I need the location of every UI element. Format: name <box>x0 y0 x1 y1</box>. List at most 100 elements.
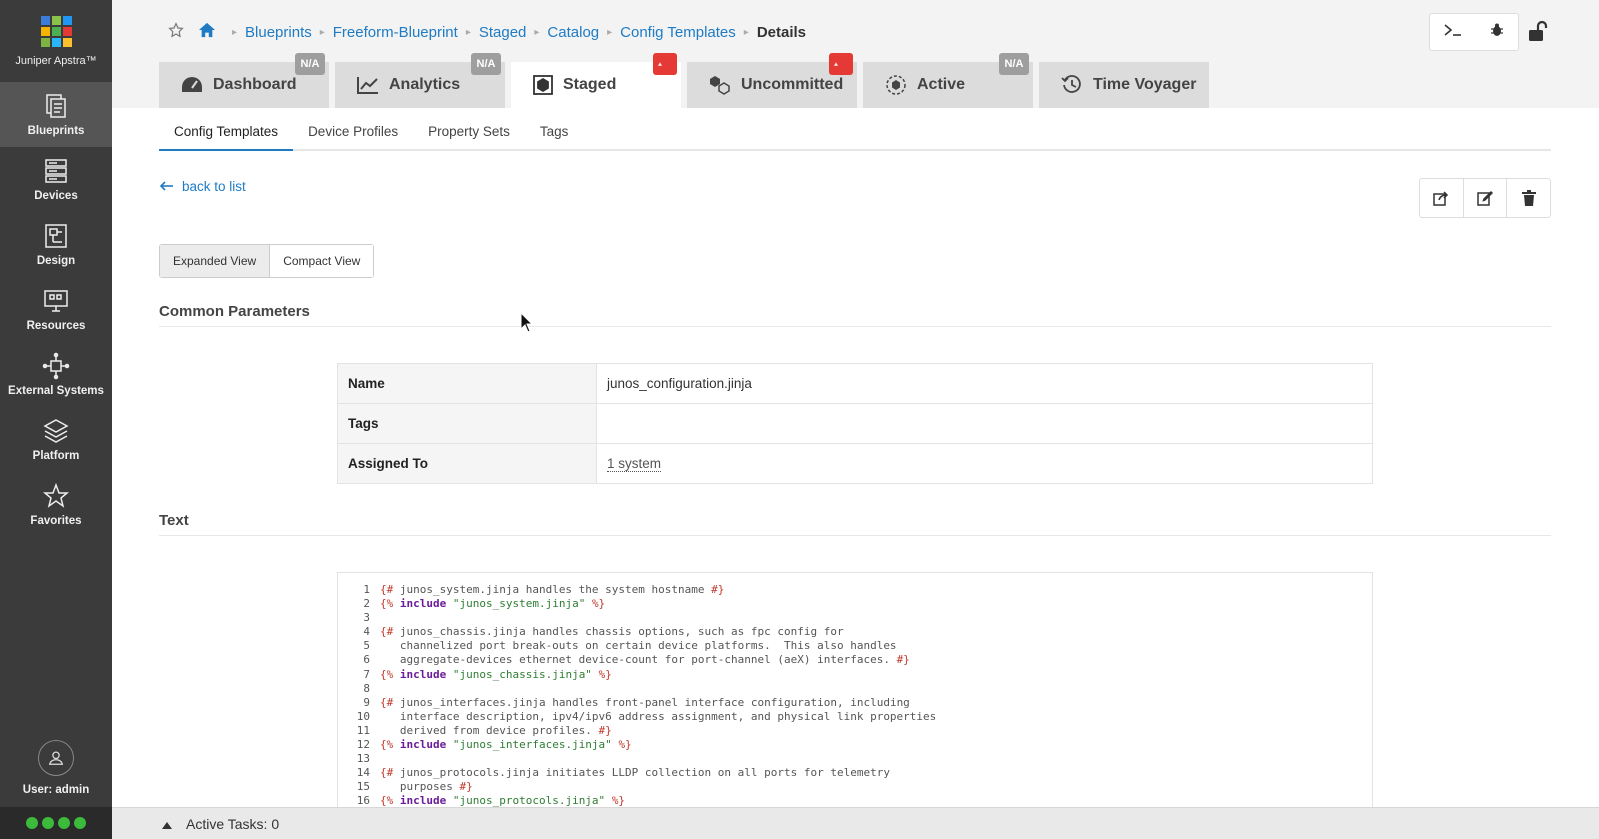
subtab-property-sets[interactable]: Property Sets <box>413 118 525 151</box>
line-number: 7 <box>363 667 370 681</box>
subtab-tags[interactable]: Tags <box>525 118 584 151</box>
lock-open-icon[interactable] <box>1527 20 1549 47</box>
tab-dashboard[interactable]: Dashboard N/A <box>159 53 329 108</box>
code-token: "junos_protocols.jinja" <box>452 794 606 808</box>
history-icon <box>1061 75 1081 93</box>
code-token: include <box>399 794 447 808</box>
code-token: include <box>399 597 447 611</box>
sidebar-item-blueprints[interactable]: Blueprints <box>0 82 112 147</box>
chevron-right-icon: ▸ <box>534 26 540 38</box>
breadcrumb-staged[interactable]: Staged <box>479 24 527 41</box>
staged-box-icon <box>533 75 553 95</box>
star-icon <box>42 482 70 508</box>
tab-staged[interactable]: Staged <box>511 53 681 108</box>
line-number: 11 <box>356 723 370 737</box>
edit-button[interactable] <box>1464 179 1508 217</box>
code-token: junos_protocols.jinja initiates LLDP col… <box>393 766 890 780</box>
code-token: junos_chassis.jinja handles chassis opti… <box>393 625 844 639</box>
code-token: {% <box>380 667 394 681</box>
trash-icon <box>1521 190 1536 206</box>
param-key-name: Name <box>337 363 597 404</box>
template-code-viewer[interactable]: 1 {# junos_system.jinja handles the syste… <box>337 572 1373 812</box>
subtab-device-profiles[interactable]: Device Profiles <box>293 118 413 151</box>
assigned-systems-link[interactable]: 1 system <box>607 456 662 472</box>
code-token: {% <box>380 597 394 611</box>
line-chart-icon <box>357 77 378 94</box>
code-token: include <box>399 738 447 752</box>
breadcrumb-blueprints[interactable]: Blueprints <box>245 24 312 41</box>
parameters-table: Name junos_configuration.jinja Tags Assi… <box>337 363 1373 484</box>
code-token: #} <box>896 653 910 667</box>
tab-analytics[interactable]: Analytics N/A <box>335 53 505 108</box>
sidebar-item-label: Favorites <box>30 515 82 527</box>
code-token: {% <box>380 738 394 752</box>
gauge-icon <box>182 77 202 92</box>
status-indicator[interactable] <box>0 807 112 839</box>
breadcrumb-blueprint[interactable]: Freeform-Blueprint <box>333 24 458 41</box>
favorite-star-icon[interactable] <box>168 22 184 42</box>
caret-up-icon <box>162 816 172 832</box>
tab-label: Active <box>917 76 966 93</box>
subtab-config-templates[interactable]: Config Templates <box>159 118 294 151</box>
tab-label: Dashboard <box>213 76 297 93</box>
view-toggle: Expanded View Compact View <box>159 244 375 278</box>
code-token: {# <box>380 583 394 596</box>
code-token: derived from device profiles. <box>380 723 599 737</box>
brand-name: Juniper Apstra™ <box>15 54 97 67</box>
code-text: {% include "junos_chassis.jinja" %} <box>380 668 612 682</box>
line-number: 8 <box>363 681 370 695</box>
active-tasks-label: Active Tasks: 0 <box>186 815 280 832</box>
active-tasks-bar[interactable]: Active Tasks: 0 <box>112 807 1599 839</box>
terminal-icon[interactable] <box>1443 22 1463 43</box>
blueprint-tabs: Dashboard N/A Analytics N/A Staged Uncom… <box>159 53 1209 108</box>
sidebar-item-favorites[interactable]: Favorites <box>0 472 112 537</box>
code-token: interface description, ipv4/ipv6 address… <box>380 709 937 723</box>
expanded-view-button[interactable]: Expanded View <box>160 245 270 277</box>
tab-uncommitted[interactable]: Uncommitted <box>687 53 857 108</box>
code-text: interface description, ipv4/ipv6 address… <box>380 710 936 724</box>
code-text: {# junos_chassis.jinja handles chassis o… <box>380 625 844 639</box>
breadcrumb-config-templates[interactable]: Config Templates <box>620 24 736 41</box>
code-text: {# junos_protocols.jinja initiates LLDP … <box>380 766 890 780</box>
section-title-common-parameters: Common Parameters <box>159 303 1551 327</box>
sidebar-item-design[interactable]: Design <box>0 212 112 277</box>
line-number: 6 <box>363 653 370 667</box>
table-row: Assigned To 1 system <box>337 443 1373 484</box>
tab-active[interactable]: Active N/A <box>863 53 1033 108</box>
line-number: 3 <box>363 611 370 625</box>
status-badge: N/A <box>999 53 1029 75</box>
bug-icon[interactable] <box>1489 22 1505 43</box>
line-number: 2 <box>363 597 370 611</box>
compact-view-button[interactable]: Compact View <box>269 245 374 277</box>
code-token: #} <box>459 780 473 794</box>
code-token: %} <box>618 738 632 752</box>
back-link-label: back to list <box>182 179 246 194</box>
sidebar-item-label: Platform <box>32 450 80 462</box>
user-menu[interactable]: User: admin <box>0 740 112 796</box>
code-token: "junos_system.jinja" <box>452 597 586 611</box>
share-icon <box>1433 191 1449 206</box>
back-to-list-link[interactable]: back to list <box>159 179 246 194</box>
sidebar-item-resources[interactable]: Resources <box>0 277 112 342</box>
sidebar-item-platform[interactable]: Platform <box>0 407 112 472</box>
mouse-cursor-icon <box>520 311 534 339</box>
param-value-assigned-to: 1 system <box>596 443 1373 484</box>
export-button[interactable] <box>1420 179 1464 217</box>
brand[interactable]: Juniper Apstra™ <box>0 0 112 82</box>
status-badge: N/A <box>471 53 501 75</box>
uncommitted-cubes-icon <box>710 76 730 95</box>
tab-time-voyager[interactable]: Time Voyager <box>1039 62 1209 108</box>
home-icon[interactable] <box>198 22 216 42</box>
tab-label: Uncommitted <box>741 76 844 93</box>
breadcrumb-catalog[interactable]: Catalog <box>547 24 599 41</box>
sidebar-item-external-systems[interactable]: External Systems <box>0 342 112 407</box>
delete-button[interactable] <box>1507 179 1550 217</box>
sidebar-item-devices[interactable]: Devices <box>0 147 112 212</box>
status-badge: N/A <box>295 53 325 75</box>
code-token: include <box>399 667 447 681</box>
